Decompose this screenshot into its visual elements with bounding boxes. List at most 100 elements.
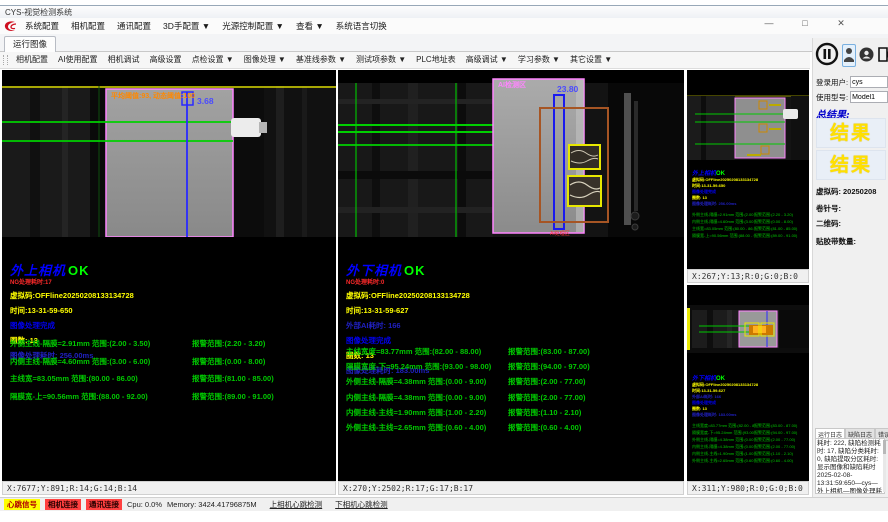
cpu-usage: Cpu: 0.0% — [127, 500, 162, 509]
camera-view-upper[interactable]: 平均阈值:93, 动态阈值:100 3.68 外上相机OK NG处理耗时:17 … — [2, 70, 336, 481]
toolbar-item-learning-params[interactable]: 学习参数 ▼ — [513, 52, 565, 68]
model-row: 使用型号: — [816, 91, 888, 103]
menu-item-language-switch[interactable]: 系统语言切换 — [330, 18, 393, 34]
reel-row: 卷针号: — [816, 203, 841, 214]
tape-count-label: 贴胶带数量: — [816, 236, 856, 247]
pause-button[interactable] — [815, 42, 839, 69]
coord-bar-lower: X:270;Y:2502;R:17;G:17;B:17 — [338, 481, 684, 495]
toolbar-item-ai-usage-config[interactable]: AI使用配置 — [53, 52, 103, 68]
thumbnail-image-lower — [687, 305, 809, 353]
time-line: 时间:13-31-59-650 — [10, 305, 332, 316]
tab-strip: 运行图像 — [0, 34, 888, 52]
virtual-code-value: 20250208 — [843, 187, 876, 196]
toolbar-item-baseline-params[interactable]: 基准线参数 ▼ — [291, 52, 351, 68]
menu-item-system-config[interactable]: 系统配置 — [19, 18, 65, 34]
minimize-button[interactable]: — — [762, 17, 776, 29]
login-user-input[interactable] — [850, 76, 888, 88]
measurement-row: 主线宽度=83.77mm 范围:(82.00 - 88.00)报警范围:(83.… — [346, 346, 682, 357]
login-user-row: 登录用户: — [816, 76, 888, 88]
exit-door-icon — [877, 46, 888, 63]
result-display-upper: 结果 — [816, 118, 886, 148]
lower-camera-heartbeat-link[interactable]: 下相机心跳检测 — [335, 499, 388, 510]
toolbar-item-image-processing[interactable]: 图像处理 ▼ — [239, 52, 291, 68]
window-titlebar: CYS-视觉检测系统 — [0, 5, 888, 18]
model-label: 使用型号: — [816, 92, 848, 103]
process-done-line: 图像处理完成 — [346, 335, 680, 346]
result-display-lower: 结果 — [816, 150, 886, 180]
user-account-button[interactable] — [859, 47, 874, 65]
model-input[interactable] — [850, 91, 888, 103]
camera-title-mini: 外上相机OK — [692, 168, 807, 177]
blue-measure-value: 23.80 — [557, 84, 579, 94]
menu-item-3d-hand-config[interactable]: 3D手配置 ▼ — [157, 18, 216, 34]
thumbnail-overlay-lower: 外下相机OK 虚拟码:OFFline20250208133134728 时间:1… — [692, 373, 807, 464]
memory-usage: Memory: 3424.41796875M — [167, 500, 257, 509]
toolbar-item-camera-config[interactable]: 相机配置 — [11, 52, 53, 68]
window-title: CYS-视觉检测系统 — [5, 8, 72, 17]
barcode-line: 虚拟码:OFFline20250208133134728 — [346, 290, 680, 301]
app-logo-icon — [3, 20, 19, 33]
coord-bar-upper: X:7677;Y:891;R:14;G:14;B:14 — [2, 481, 336, 495]
heartbeat-badge: 心跳信号 — [4, 499, 40, 510]
coord-bar-thumb-upper: X:267;Y:13;R:0;G:0;B:0 — [687, 269, 809, 283]
toolbar-item-test-item-params[interactable]: 测试项参数 ▼ — [351, 52, 411, 68]
panel-buttons — [815, 42, 888, 69]
thumbnail-overlay-upper: 外上相机OK 虚拟码:OFFline20250208133134728 时间:1… — [692, 168, 807, 239]
measurement-row: 内侧主线-主线=1.90mm 范围:(1.00 - 2.20)报警范围:(1.1… — [346, 407, 682, 418]
toolbar-item-plc-address-table[interactable]: PLC地址表 — [411, 52, 461, 68]
camera-image-lower: AI检测区 23.80 AI处理区 — [338, 75, 684, 237]
coord-bar-thumb-lower: X:311;Y:980;R:0;G:0;B:0 — [687, 481, 809, 495]
measurement-row: 内侧主线-隔膜=4.60mm 范围:(3.00 - 6.00)报警范围:(0.0… — [10, 356, 334, 367]
measurement-row: 外侧主线-主线=2.65mm 范围:(0.60 - 4.00)报警范围:(0.6… — [346, 422, 682, 433]
user-login-button[interactable] — [842, 44, 856, 67]
camera-link-badge: 相机连接 — [45, 499, 81, 510]
menu-item-comm-config[interactable]: 通讯配置 — [111, 18, 157, 34]
time-line: 时间:13-31-59-627 — [346, 305, 680, 316]
measurement-row: 隔膜宽度-下=95.24mm 范围:(93.00 - 98.00)报警范围:(9… — [346, 361, 682, 372]
toolbar-item-spot-check-settings[interactable]: 点检设置 ▼ — [187, 52, 239, 68]
ai-region-label: AI检测区 — [498, 80, 526, 89]
tab-run-image[interactable]: 运行图像 — [4, 36, 56, 52]
process-done-line: 图像处理完成 — [10, 320, 332, 331]
measurement-row: 外侧主线-隔膜=2.91mm 范围:(2.00 - 3.50)报警范围:(2.2… — [10, 338, 334, 349]
comm-link-badge: 通讯连接 — [86, 499, 122, 510]
menu-item-view[interactable]: 查看 ▼ — [290, 18, 330, 34]
threshold-label: 平均阈值:93, 动态阈值:100 — [111, 91, 195, 100]
qrcode-row: 二维码: — [816, 218, 841, 229]
close-button[interactable]: ✕ — [834, 17, 848, 29]
measurement-row: 隔膜宽-上=90.56mm 范围:(88.00 - 92.00)报警范围:(89… — [10, 391, 334, 402]
thumbnail-view-lower[interactable]: 外下相机OK 虚拟码:OFFline20250208133134728 时间:1… — [687, 285, 809, 481]
menu-item-camera-config[interactable]: 相机配置 — [65, 18, 111, 34]
log-scrollbar[interactable] — [883, 440, 886, 492]
thumbnail-view-upper[interactable]: 外上相机OK 虚拟码:OFFline20250208133134728 时间:1… — [687, 70, 809, 269]
measurement-row: 外侧主线-隔膜=4.38mm 范围:(0.00 - 9.00)报警范围:(2.0… — [346, 376, 682, 387]
barcode-line: 虚拟码:OFFline20250208133134728 — [10, 290, 332, 301]
toolbar-item-other-settings[interactable]: 其它设置 ▼ — [565, 52, 617, 68]
status-ok: OK — [404, 263, 426, 278]
log-textarea[interactable]: 耗时: 222, 缺陷检测耗时: 17, 缺陷分类耗时: 0, 缺陷提取分区耗时… — [815, 438, 885, 494]
menu-item-light-control-config[interactable]: 光源控制配置 ▼ — [216, 18, 290, 34]
menu-bar: 系统配置 相机配置 通讯配置 3D手配置 ▼ 光源控制配置 ▼ 查看 ▼ 系统语… — [0, 18, 888, 35]
toolbar-item-camera-debug[interactable]: 相机调试 — [103, 52, 145, 68]
pause-icon — [815, 42, 839, 66]
red-note-label: AI处理区 — [550, 230, 570, 237]
upper-camera-heartbeat-link[interactable]: 上相机心跳检测 — [270, 499, 323, 510]
measurement-row: 主线宽=83.05mm 范围:(80.00 - 86.00)报警范围:(81.0… — [10, 373, 334, 384]
measurement-list-mini: 外侧主线-隔膜=2.91mm 范围:(2.00 - 3.50)报警范围:(2.2… — [692, 211, 807, 239]
virtual-code-row: 虚拟码: 20250208 — [816, 186, 876, 197]
blue-measure-value: 3.68 — [197, 96, 214, 106]
status-ok: OK — [68, 263, 90, 278]
desktop-margin — [0, 511, 888, 522]
login-user-label: 登录用户: — [816, 77, 848, 88]
camera-view-lower[interactable]: AI检测区 23.80 AI处理区 外下相机OK NG处理耗时:0 虚拟码:OF… — [338, 70, 684, 481]
toolbar-item-advanced-settings[interactable]: 高级设置 — [145, 52, 187, 68]
toolbar: 相机配置 AI使用配置 相机调试 高级设置 点检设置 ▼ 图像处理 ▼ 基准线参… — [0, 52, 810, 69]
qrcode-label: 二维码: — [816, 218, 841, 229]
exit-button[interactable] — [877, 46, 888, 66]
user-dark-icon — [859, 47, 874, 62]
camera-title-mini: 外下相机OK — [692, 373, 807, 382]
ai-cost-line: 外部AI耗时: 166 — [346, 320, 680, 331]
measurement-list-lower: 主线宽度=83.77mm 范围:(82.00 - 88.00)报警范围:(83.… — [346, 346, 682, 437]
toolbar-item-advanced-debug[interactable]: 高级调试 ▼ — [461, 52, 513, 68]
maximize-button[interactable]: □ — [798, 17, 812, 29]
